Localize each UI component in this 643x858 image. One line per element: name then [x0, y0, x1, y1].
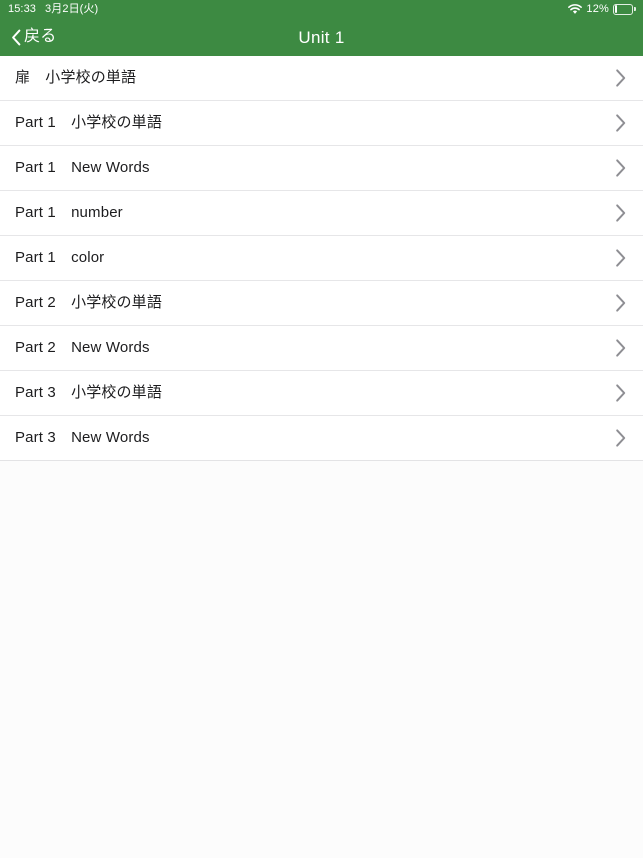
list-item[interactable]: Part 1 New Words: [0, 145, 643, 190]
chevron-right-icon: [615, 113, 627, 133]
list-item-label: Part 3 New Words: [15, 429, 150, 446]
list-item-label: Part 2 小学校の単語: [15, 294, 162, 311]
chevron-right-icon: [615, 428, 627, 448]
chevron-left-icon: [11, 29, 22, 46]
list-item-label: Part 1 小学校の単語: [15, 114, 162, 131]
list-item[interactable]: 扉 小学校の単語: [0, 56, 643, 100]
wifi-icon: [568, 3, 583, 15]
navigation-bar: 戻る Unit 1: [0, 18, 643, 56]
list-item[interactable]: Part 2 小学校の単語: [0, 280, 643, 325]
unit-contents-list: 扉 小学校の単語 Part 1 小学校の単語 Part 1 New Words: [0, 56, 643, 461]
status-date: 3月2日(火): [45, 2, 99, 15]
list-item-label: Part 3 小学校の単語: [15, 384, 162, 401]
list-item[interactable]: Part 1 小学校の単語: [0, 100, 643, 145]
chevron-right-icon: [615, 293, 627, 313]
list-item[interactable]: Part 1 number: [0, 190, 643, 235]
status-time: 15:33: [8, 2, 37, 15]
status-bar: 15:33 3月2日(火) 12%: [0, 0, 643, 18]
status-bar-right: 12%: [568, 2, 636, 15]
list-item-label: Part 1 color: [15, 249, 105, 266]
back-button-label: 戻る: [24, 28, 57, 45]
chevron-right-icon: [615, 203, 627, 223]
chevron-right-icon: [615, 383, 627, 403]
list-item-label: Part 1 number: [15, 204, 123, 221]
status-bar-left: 15:33 3月2日(火): [8, 2, 99, 15]
page-title: Unit 1: [298, 27, 345, 47]
chevron-right-icon: [615, 248, 627, 268]
list-item-label: Part 2 New Words: [15, 339, 150, 356]
list-item[interactable]: Part 1 color: [0, 235, 643, 280]
list-item[interactable]: Part 3 New Words: [0, 415, 643, 460]
list-item[interactable]: Part 2 New Words: [0, 325, 643, 370]
chevron-right-icon: [615, 158, 627, 178]
chevron-right-icon: [615, 68, 627, 88]
list-item-label: 扉 小学校の単語: [15, 69, 137, 86]
battery-icon: [613, 3, 636, 15]
back-button[interactable]: 戻る: [0, 29, 56, 46]
battery-percent-label: 12%: [586, 2, 609, 15]
list-item[interactable]: Part 3 小学校の単語: [0, 370, 643, 415]
chevron-right-icon: [615, 338, 627, 358]
app-screen: 15:33 3月2日(火) 12% 戻る Unit 1 扉 小学校の単語 Par…: [0, 0, 643, 858]
list-item-label: Part 1 New Words: [15, 159, 150, 176]
